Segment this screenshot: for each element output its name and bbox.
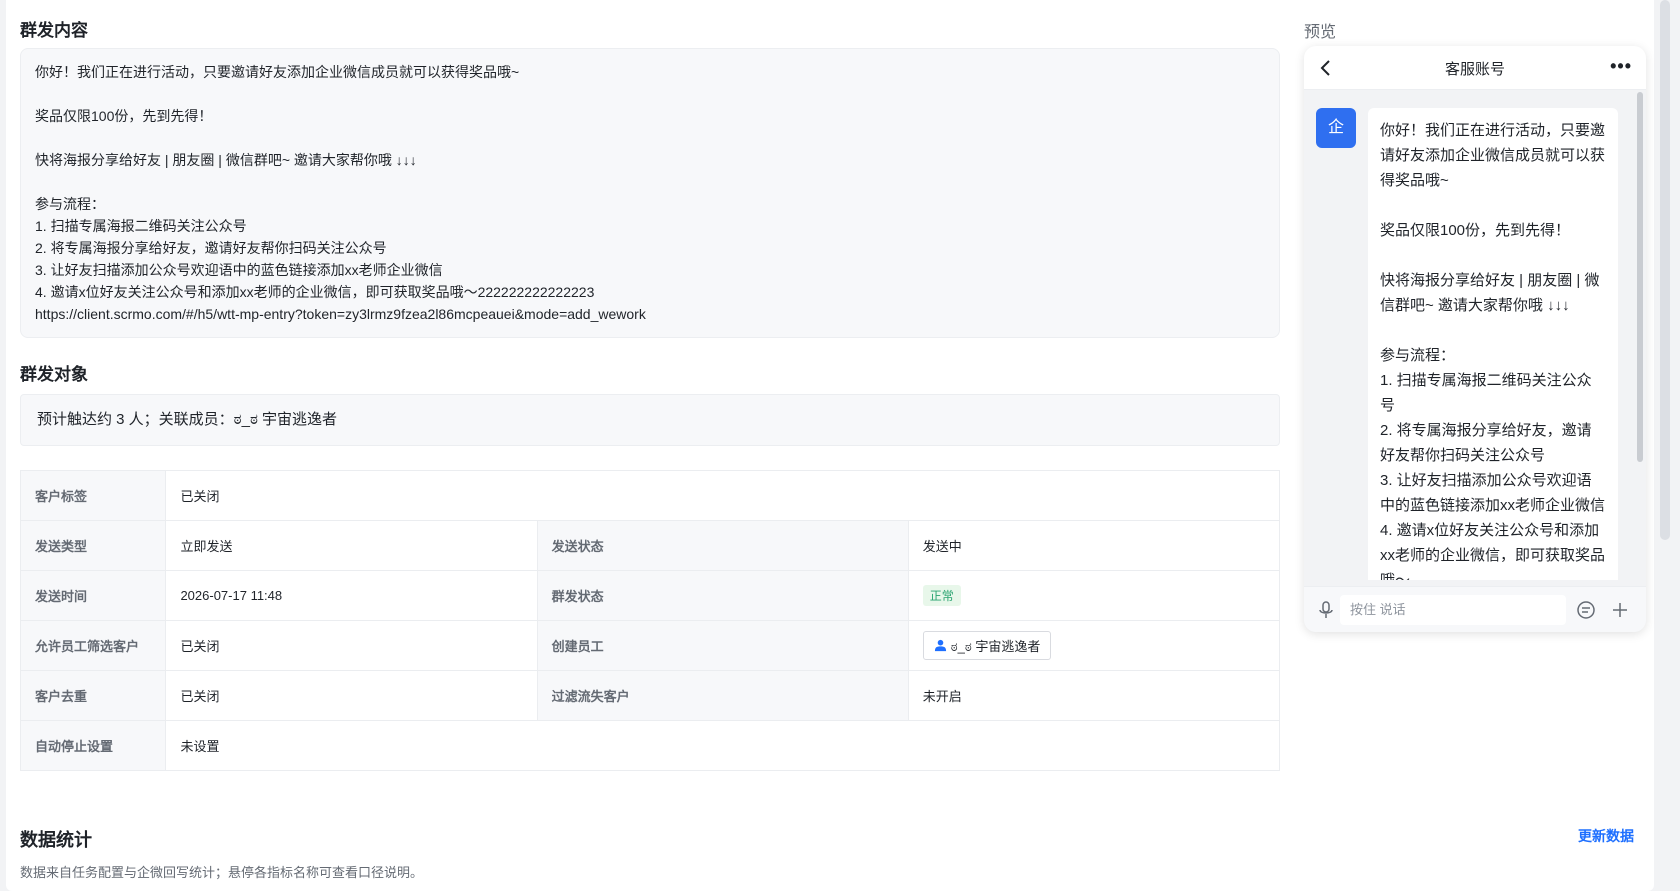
target-title: 群发对象 xyxy=(20,365,88,384)
table-row: 客户去重 已关闭 过滤流失客户 未开启 xyxy=(19,670,1281,721)
page: 群发内容 你好！我们正在进行活动，只要邀请好友添加企业微信成员就可以获得奖品哦~… xyxy=(6,0,1654,891)
send-time-value: 2026-07-17 11:48 xyxy=(165,570,538,621)
user-icon xyxy=(934,639,946,652)
auto-stop-label: 自动停止设置 xyxy=(19,720,167,771)
refresh-data-button[interactable]: 更新数据 xyxy=(1578,826,1634,846)
plus-icon[interactable] xyxy=(1610,600,1630,620)
avatar: 企 xyxy=(1316,108,1356,148)
content-title: 群发内容 xyxy=(20,21,88,40)
chat-area: 企 你好！我们正在进行活动，只要邀请好友添加企业微信成员就可以获得奖品哦~ 奖品… xyxy=(1304,90,1646,580)
info-table: 客户标签 已关闭 发送类型 立即发送 发送状态 发送中 发送时间 2026-07… xyxy=(19,470,1281,771)
send-type-value: 立即发送 xyxy=(165,520,538,571)
creator-label: 创建员工 xyxy=(536,620,909,671)
target-box: 预计触达约 3 人；关联成员：ಠ_ಠ 宇宙逃逸者 xyxy=(20,394,1280,446)
stats-desc: 数据来自任务配置与企微回写统计；悬停各指标名称可查看口径说明。 xyxy=(20,865,424,880)
send-status-value: 发送中 xyxy=(907,520,1281,571)
dedupe-value: 已关闭 xyxy=(165,670,538,721)
content-box: 你好！我们正在进行活动，只要邀请好友添加企业微信成员就可以获得奖品哦~ 奖品仅限… xyxy=(20,48,1280,338)
send-type-label: 发送类型 xyxy=(19,520,167,571)
broadcast-status-cell: 正常 xyxy=(907,570,1281,621)
phone-header: 客服账号 ••• xyxy=(1304,46,1646,90)
emoji-icon[interactable] xyxy=(1576,600,1596,620)
status-badge: 正常 xyxy=(922,585,961,606)
dedupe-label: 客户去重 xyxy=(19,670,167,721)
send-time-label: 发送时间 xyxy=(19,570,167,621)
preview-label: 预览 xyxy=(1304,24,1337,41)
page-scrollbar[interactable] xyxy=(1660,0,1670,540)
creator-chip[interactable]: ಠ_ಠ 宇宙逃逸者 xyxy=(922,631,1052,660)
phone-input-bar: 按住 说话 xyxy=(1304,586,1646,632)
send-status-label: 发送状态 xyxy=(536,520,909,571)
creator-name: ಠ_ಠ 宇宙逃逸者 xyxy=(950,639,1041,654)
chat-scrollbar[interactable] xyxy=(1637,92,1643,462)
table-row: 发送时间 2026-07-17 11:48 群发状态 正常 xyxy=(19,570,1281,621)
customer-tag-label: 客户标签 xyxy=(19,470,167,521)
filter-lost-label: 过滤流失客户 xyxy=(536,670,909,721)
phone-preview: 客服账号 ••• 企 你好！我们正在进行活动，只要邀请好友添加企业微信成员就可以… xyxy=(1304,46,1646,632)
phone-title: 客服账号 xyxy=(1444,61,1505,78)
table-row: 客户标签 已关闭 xyxy=(19,470,1280,521)
customer-tag-value: 已关闭 xyxy=(165,470,1280,521)
stats-title: 数据统计 xyxy=(20,830,92,850)
table-row: 允许员工筛选客户 已关闭 创建员工 ಠ_ಠ 宇宙逃逸者 xyxy=(19,620,1281,671)
hold-to-speak-button[interactable]: 按住 说话 xyxy=(1340,595,1566,625)
message-bubble: 你好！我们正在进行活动，只要邀请好友添加企业微信成员就可以获得奖品哦~ 奖品仅限… xyxy=(1368,108,1618,580)
table-row: 自动停止设置 未设置 xyxy=(19,720,1280,771)
table-row: 发送类型 立即发送 发送状态 发送中 xyxy=(19,520,1281,571)
more-icon[interactable]: ••• xyxy=(1610,56,1632,77)
broadcast-status-label: 群发状态 xyxy=(536,570,909,621)
creator-cell: ಠ_ಠ 宇宙逃逸者 xyxy=(907,620,1281,671)
allow-filter-label: 允许员工筛选客户 xyxy=(19,620,167,671)
auto-stop-value: 未设置 xyxy=(165,720,1280,771)
allow-filter-value: 已关闭 xyxy=(165,620,538,671)
mic-icon[interactable] xyxy=(1316,600,1336,620)
filter-lost-value: 未开启 xyxy=(907,670,1281,721)
